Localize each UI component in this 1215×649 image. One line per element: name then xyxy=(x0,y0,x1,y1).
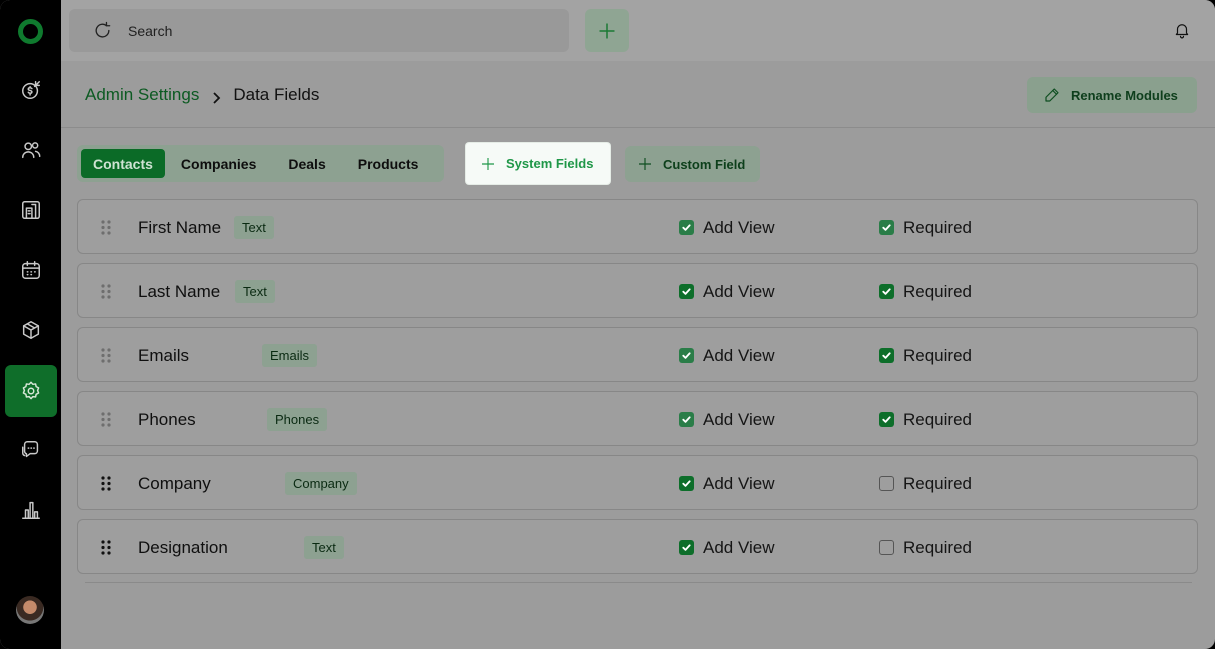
topbar: Search xyxy=(61,0,1215,61)
breadcrumb-admin-settings[interactable]: Admin Settings xyxy=(85,85,199,105)
check-icon xyxy=(882,288,891,295)
drag-handle-icon[interactable] xyxy=(101,348,111,363)
required-label: Required xyxy=(903,410,972,429)
pencil-icon xyxy=(1045,88,1059,102)
tab-contacts[interactable]: Contacts xyxy=(81,149,165,178)
add-view-checkbox[interactable] xyxy=(679,540,694,555)
check-icon xyxy=(682,416,691,423)
tab-companies[interactable]: Companies xyxy=(165,149,272,178)
check-icon xyxy=(682,288,691,295)
field-name: Phones xyxy=(138,410,196,429)
table-row: Phones Phones Add View Required xyxy=(77,391,1198,446)
required-checkbox[interactable] xyxy=(879,348,894,363)
required-label: Required xyxy=(903,538,972,557)
calendar-icon[interactable] xyxy=(5,244,57,296)
tab-products[interactable]: Products xyxy=(342,149,435,178)
required-label: Required xyxy=(903,218,972,237)
custom-field-button[interactable]: Custom Field xyxy=(625,146,760,182)
settings-icon[interactable] xyxy=(5,365,57,417)
required-label: Required xyxy=(903,346,972,365)
search-icon xyxy=(95,21,111,38)
field-type-badge: Company xyxy=(285,472,357,495)
deals-icon[interactable] xyxy=(5,64,57,116)
drag-handle-icon[interactable] xyxy=(101,476,111,491)
add-view-checkbox[interactable] xyxy=(679,476,694,491)
rename-modules-button[interactable]: Rename Modules xyxy=(1027,77,1197,113)
add-view-label: Add View xyxy=(703,474,775,493)
contacts-icon[interactable] xyxy=(5,124,57,176)
plus-icon xyxy=(639,158,651,170)
add-view-label: Add View xyxy=(703,218,775,237)
add-view-label: Add View xyxy=(703,282,775,301)
breadcrumb: Admin Settings Data Fields xyxy=(85,85,319,105)
check-icon xyxy=(682,352,691,359)
add-view-checkbox[interactable] xyxy=(679,412,694,427)
add-view-checkbox[interactable] xyxy=(679,284,694,299)
page-title: Data Fields xyxy=(233,85,320,104)
add-view-label: Add View xyxy=(703,346,775,365)
drag-handle-icon[interactable] xyxy=(101,412,111,427)
chevron-right-icon xyxy=(211,89,221,104)
field-name: First Name xyxy=(138,218,222,237)
module-tabs: Contacts Companies Deals Products xyxy=(77,145,444,182)
add-button[interactable] xyxy=(585,9,629,52)
field-type-badge: Emails xyxy=(262,344,318,367)
plus-icon xyxy=(599,23,615,38)
add-view-label: Add View xyxy=(703,410,775,429)
required-label: Required xyxy=(903,282,972,301)
required-checkbox[interactable] xyxy=(879,220,894,235)
custom-field-label: Custom Field xyxy=(663,156,746,172)
system-fields-button[interactable]: System Fields xyxy=(466,143,610,184)
avatar[interactable] xyxy=(16,596,44,624)
field-type-badge: Text xyxy=(234,216,274,239)
app-window: Search Admin Settings Data Fields Rename… xyxy=(0,0,1215,649)
drag-handle-icon[interactable] xyxy=(101,284,111,299)
sidebar xyxy=(0,0,61,649)
table-row: First Name Text Add View Required xyxy=(77,199,1198,254)
page-header: Admin Settings Data Fields Rename Module… xyxy=(61,61,1215,128)
required-checkbox[interactable] xyxy=(879,476,894,491)
search-label: Search xyxy=(128,22,173,39)
check-icon xyxy=(882,224,891,231)
required-checkbox[interactable] xyxy=(879,412,894,427)
app-logo[interactable] xyxy=(18,19,43,44)
rename-modules-label: Rename Modules xyxy=(1071,87,1178,103)
required-checkbox[interactable] xyxy=(879,540,894,555)
table-row: Emails Emails Add View Required xyxy=(77,327,1198,382)
drag-handle-icon[interactable] xyxy=(101,220,111,235)
products-icon[interactable] xyxy=(5,304,57,356)
search-input[interactable]: Search xyxy=(69,9,569,52)
table-row: Designation Text Add View Required xyxy=(77,519,1198,574)
tab-deals[interactable]: Deals xyxy=(272,149,341,178)
reports-icon[interactable] xyxy=(5,484,57,536)
field-type-badge: Text xyxy=(304,536,344,559)
system-fields-label: System Fields xyxy=(506,156,594,171)
field-name: Emails xyxy=(138,346,190,365)
chat-icon[interactable] xyxy=(5,424,57,476)
check-icon xyxy=(682,480,691,487)
drag-handle-icon[interactable] xyxy=(101,540,111,555)
add-view-checkbox[interactable] xyxy=(679,348,694,363)
add-view-label: Add View xyxy=(703,538,775,557)
required-checkbox[interactable] xyxy=(879,284,894,299)
table-row: Company Company Add View Required xyxy=(77,455,1198,510)
check-icon xyxy=(682,224,691,231)
divider xyxy=(85,582,1192,583)
notification-icon[interactable] xyxy=(1173,21,1191,39)
field-type-badge: Text xyxy=(235,280,275,303)
companies-icon[interactable] xyxy=(5,184,57,236)
field-name: Last Name xyxy=(138,282,221,301)
check-icon xyxy=(882,416,891,423)
check-icon xyxy=(682,544,691,551)
table-row: Last Name Text Add View Required xyxy=(77,263,1198,318)
field-type-badge: Phones xyxy=(267,408,328,431)
required-label: Required xyxy=(903,474,972,493)
check-icon xyxy=(882,352,891,359)
field-name: Company xyxy=(138,474,211,493)
add-view-checkbox[interactable] xyxy=(679,220,694,235)
plus-icon xyxy=(482,157,494,170)
field-name: Designation xyxy=(138,538,228,557)
